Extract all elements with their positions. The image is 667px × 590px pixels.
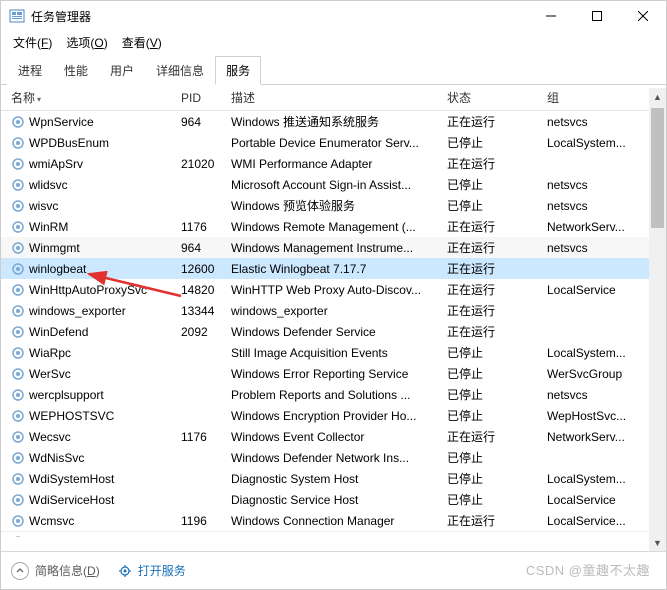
tab-strip: 进程 性能 用户 详细信息 服务 [1,55,666,85]
service-icon [11,535,25,537]
scroll-down-icon[interactable]: ▼ [649,534,666,551]
table-row[interactable]: WEPHOSTSVCWindows Encryption Provider Ho… [1,405,666,426]
service-icon [11,388,25,402]
tab-performance[interactable]: 性能 [53,56,99,85]
sort-desc-icon: ▾ [37,95,41,104]
expand-chevron-icon[interactable] [11,562,29,580]
table-row[interactable]: WpnService964Windows 推送通知系统服务正在运行netsvcs [1,111,666,132]
col-pid[interactable]: PID [181,91,231,105]
watermark: CSDN @童趣不太趣 [526,560,650,579]
menu-bar: 文件(F) 选项(O) 查看(V) [1,31,666,53]
col-name[interactable]: 名称▾ [11,89,181,106]
service-icon [11,514,25,528]
services-gear-icon [118,564,132,578]
tab-users[interactable]: 用户 [99,56,145,85]
partial-row[interactable]: WbioSrvc Windows Biometric Service 正在运行 … [1,531,666,537]
service-icon [11,115,25,129]
table-row[interactable]: Winmgmt964Windows Management Instrume...… [1,237,666,258]
table-row[interactable]: winlogbeat12600Elastic Winlogbeat 7.17.7… [1,258,666,279]
table-row[interactable]: wisvcWindows 预览体验服务已停止netsvcs [1,195,666,216]
table-row[interactable]: WinHttpAutoProxySvc14820WinHTTP Web Prox… [1,279,666,300]
service-icon [11,199,25,213]
service-icon [11,367,25,381]
table-row[interactable]: windows_exporter13344windows_exporter正在运… [1,300,666,321]
col-status[interactable]: 状态 [447,89,547,106]
service-icon [11,283,25,297]
table-row[interactable]: WiaRpcStill Image Acquisition Events已停止L… [1,342,666,363]
table-row[interactable]: Wcmsvc1196Windows Connection Manager正在运行… [1,510,666,531]
table-row[interactable]: WdiServiceHostDiagnostic Service Host已停止… [1,489,666,510]
close-button[interactable] [620,1,666,31]
scroll-thumb[interactable] [651,108,664,228]
col-desc[interactable]: 描述 [231,89,447,106]
service-icon [11,220,25,234]
table-row[interactable]: wlidsvcMicrosoft Account Sign-in Assist.… [1,174,666,195]
service-icon [11,325,25,339]
services-grid: 名称▾ PID 描述 状态 组 WpnService964Windows 推送通… [1,85,666,537]
table-row[interactable]: wercplsupportProblem Reports and Solutio… [1,384,666,405]
menu-view[interactable]: 查看(V) [116,32,168,53]
service-icon [11,178,25,192]
table-row[interactable]: WinDefend2092Windows Defender Service正在运… [1,321,666,342]
table-row[interactable]: Wecsvc1176Windows Event Collector正在运行Net… [1,426,666,447]
service-icon [11,346,25,360]
vertical-scrollbar[interactable]: ▲ ▼ [649,88,666,551]
menu-file[interactable]: 文件(F) [7,32,58,53]
service-icon [11,493,25,507]
table-row[interactable]: WdiSystemHostDiagnostic System Host已停止Lo… [1,468,666,489]
service-icon [11,472,25,486]
service-icon [11,451,25,465]
maximize-button[interactable] [574,1,620,31]
service-icon [11,136,25,150]
table-row[interactable]: WdNisSvcWindows Defender Network Ins...已… [1,447,666,468]
minimize-button[interactable] [528,1,574,31]
title-bar: 任务管理器 [1,1,666,31]
table-row[interactable]: WinRM1176Windows Remote Management (...正… [1,216,666,237]
open-services-link[interactable]: 打开服务 [138,562,186,579]
service-icon [11,157,25,171]
scroll-up-icon[interactable]: ▲ [649,88,666,105]
col-group[interactable]: 组 [547,89,647,106]
tab-services[interactable]: 服务 [215,56,261,85]
menu-options[interactable]: 选项(O) [60,32,113,53]
table-row[interactable]: wmiApSrv21020WMI Performance Adapter正在运行 [1,153,666,174]
fewer-details-link[interactable]: 简略信息(D) [35,562,100,579]
table-row[interactable]: WPDBusEnumPortable Device Enumerator Ser… [1,132,666,153]
service-icon [11,409,25,423]
column-headers: 名称▾ PID 描述 状态 组 [1,85,666,111]
tab-processes[interactable]: 进程 [7,56,53,85]
service-icon [11,430,25,444]
table-row[interactable]: WerSvcWindows Error Reporting Service已停止… [1,363,666,384]
service-icon [11,262,25,276]
window-title: 任务管理器 [31,8,91,25]
service-icon [11,241,25,255]
tab-details[interactable]: 详细信息 [145,56,215,85]
app-icon [9,8,25,24]
service-icon [11,304,25,318]
